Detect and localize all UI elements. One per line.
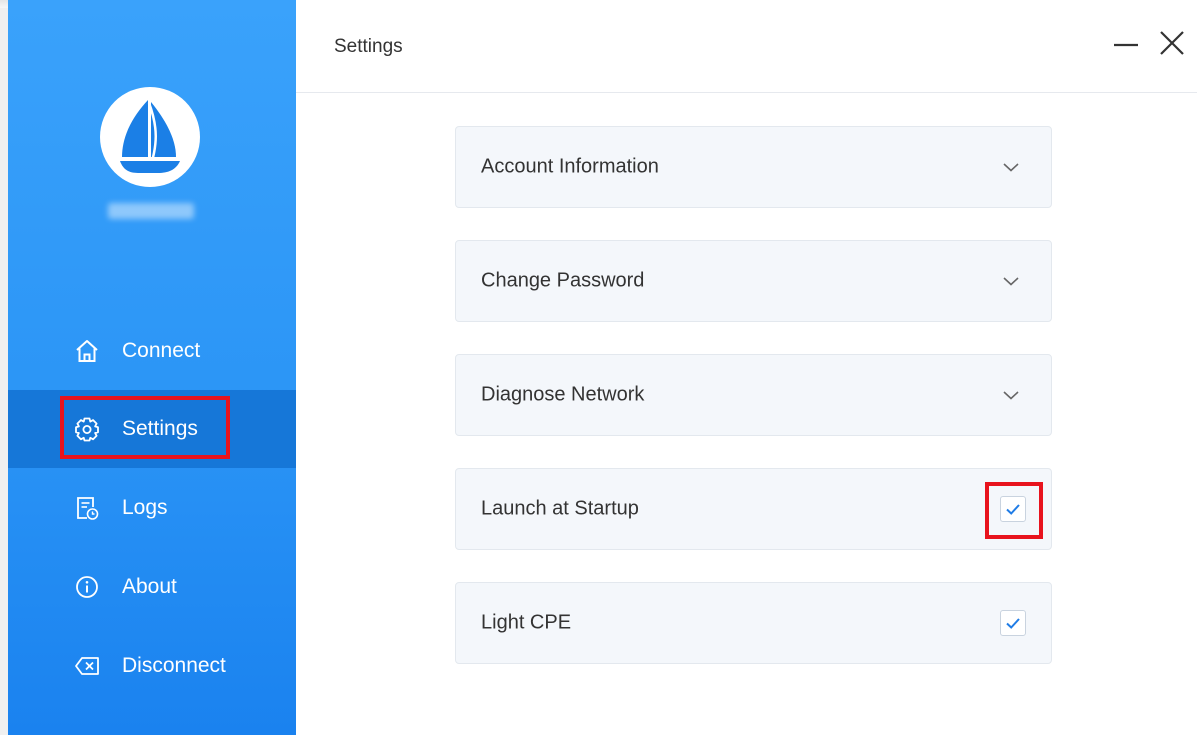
log-icon xyxy=(77,497,99,520)
row-label: Account Information xyxy=(481,155,659,178)
row-label: Light CPE xyxy=(481,611,572,634)
sidebar-item-disconnect[interactable]: Disconnect xyxy=(8,627,296,705)
settings-row-change-password[interactable]: Change Password xyxy=(455,240,1052,322)
main-panel: Settings Account Information Change Pass… xyxy=(296,0,1197,735)
sidebar-item-label: Disconnect xyxy=(122,654,226,677)
username-redacted xyxy=(108,203,194,219)
avatar xyxy=(100,87,200,187)
highlight-box-settings-nav xyxy=(60,396,230,459)
chevron-down-icon[interactable] xyxy=(1000,388,1022,402)
chevron-down-icon[interactable] xyxy=(1000,160,1022,174)
sailboat-icon xyxy=(120,100,180,173)
sidebar-item-logs[interactable]: Logs xyxy=(8,469,296,547)
page-title: Settings xyxy=(334,36,403,57)
settings-row-light-cpe: Light CPE xyxy=(455,582,1052,664)
chevron-down-icon[interactable] xyxy=(1000,274,1022,288)
title-bar: Settings xyxy=(296,0,1197,93)
disconnect-icon xyxy=(75,657,99,675)
settings-row-account-information[interactable]: Account Information xyxy=(455,126,1052,208)
row-label: Launch at Startup xyxy=(481,497,639,520)
settings-row-launch-at-startup: Launch at Startup xyxy=(455,468,1052,550)
sidebar-item-about[interactable]: About xyxy=(8,548,296,626)
light-cpe-checkbox[interactable] xyxy=(1000,610,1026,636)
home-icon xyxy=(76,340,98,362)
app-window: Connect Settings Logs About Disconnect S… xyxy=(8,0,1197,735)
row-label: Change Password xyxy=(481,269,645,292)
row-label: Diagnose Network xyxy=(481,383,645,406)
sidebar-item-connect[interactable]: Connect xyxy=(8,312,296,390)
sidebar-item-label: Logs xyxy=(122,496,168,519)
checkmark-icon xyxy=(1006,618,1020,629)
info-icon xyxy=(76,576,98,598)
highlight-box-startup-checkbox xyxy=(985,482,1043,539)
close-icon[interactable] xyxy=(1154,26,1190,62)
settings-row-diagnose-network[interactable]: Diagnose Network xyxy=(455,354,1052,436)
sidebar-item-label: About xyxy=(122,575,177,598)
sidebar: Connect Settings Logs About Disconnect xyxy=(8,0,296,735)
minimize-icon[interactable] xyxy=(1108,26,1144,62)
sidebar-item-label: Connect xyxy=(122,339,201,362)
